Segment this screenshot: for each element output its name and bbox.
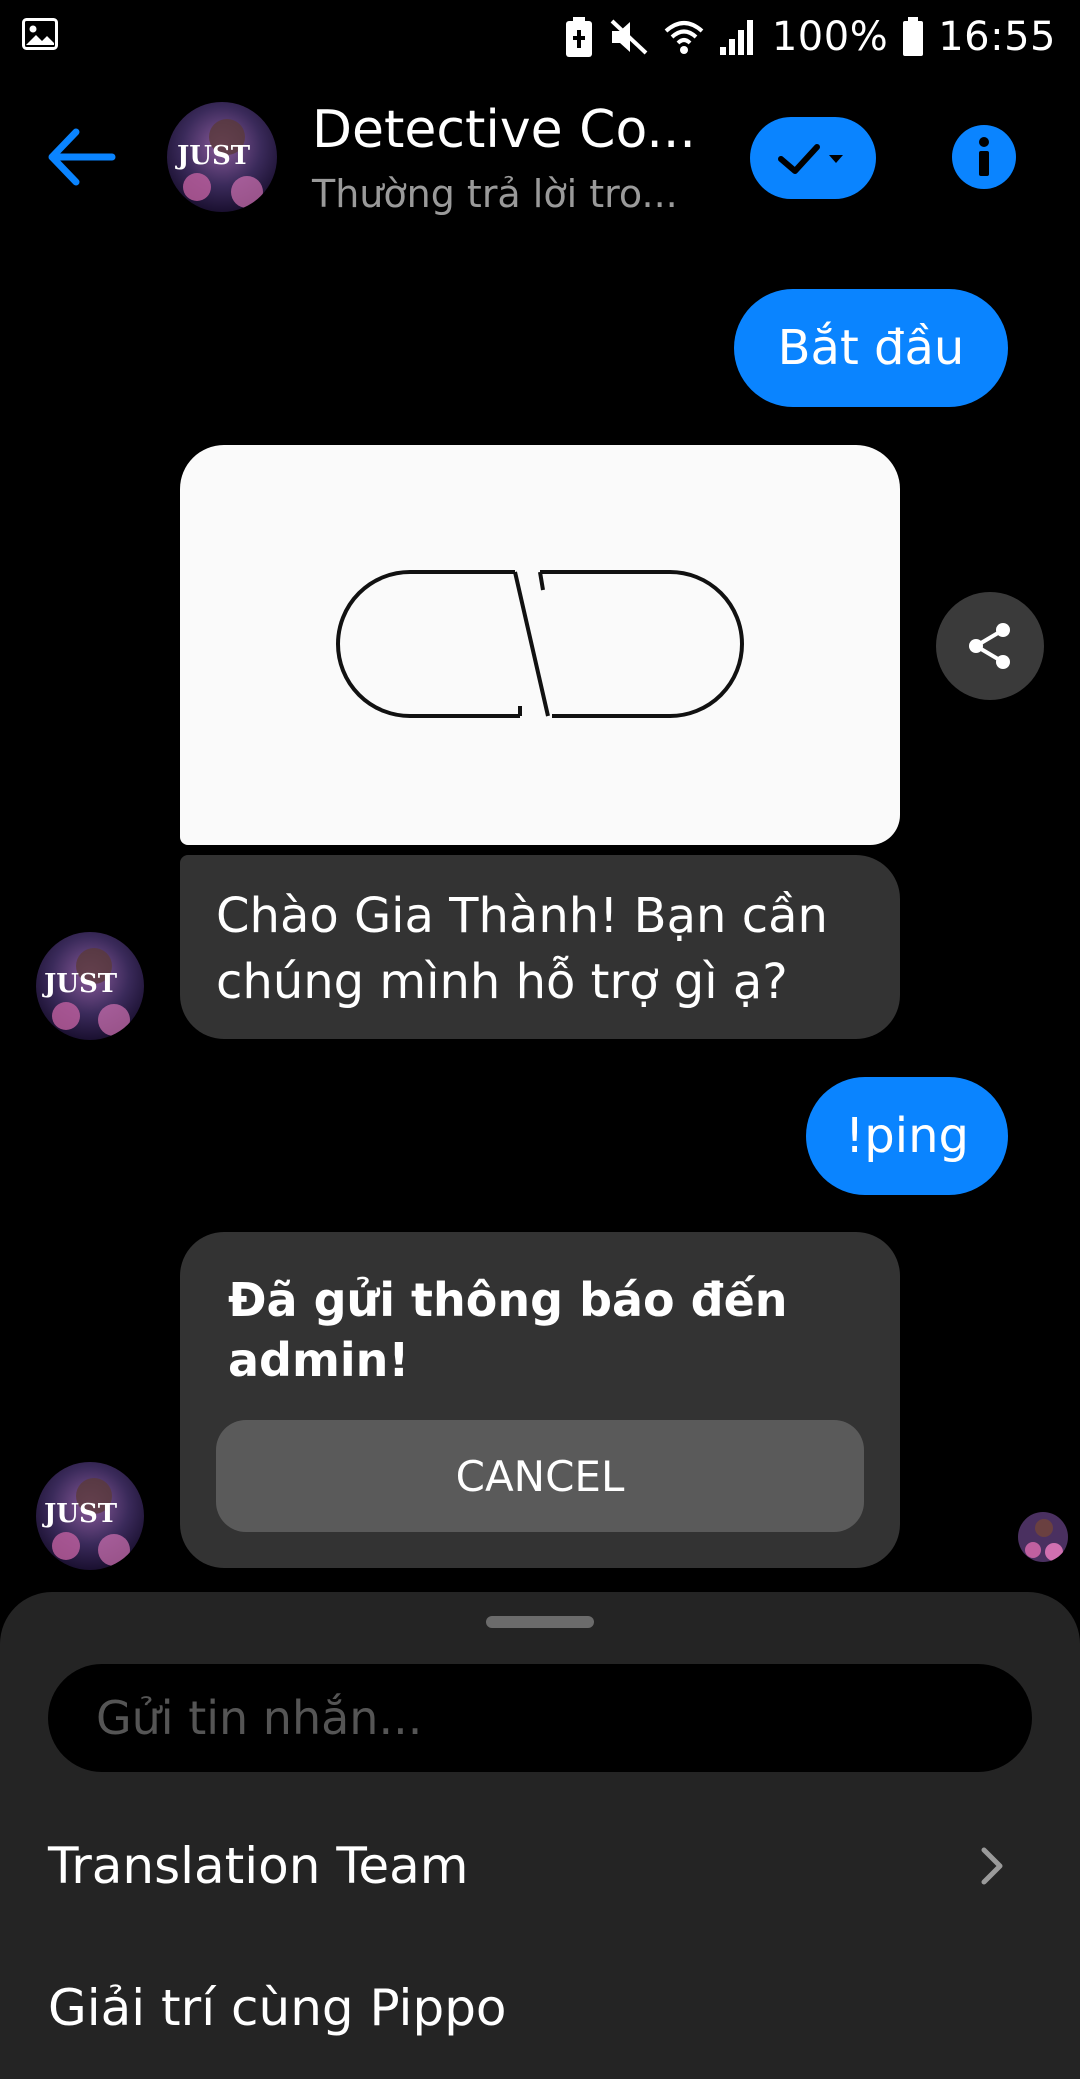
check-dropdown-icon <box>778 144 843 174</box>
capsule-logo-image <box>336 570 744 718</box>
menu-item-label: Translation Team <box>48 1837 469 1895</box>
share-button[interactable] <box>936 592 1044 700</box>
bottom-sheet: Translation Team Giải trí cùng Pippo <box>0 1592 1080 2079</box>
message-text: Chào Gia Thành! Bạn cần chúng mình hỗ tr… <box>216 888 828 1010</box>
cancel-button[interactable]: CANCEL <box>216 1420 864 1532</box>
status-dropdown-button[interactable] <box>750 117 876 199</box>
svg-text:JUST: JUST <box>42 1499 118 1529</box>
battery-saver-icon <box>565 17 592 57</box>
message-input[interactable] <box>48 1664 1032 1772</box>
back-arrow-icon[interactable] <box>42 122 122 192</box>
status-bar: 100% 16:55 <box>0 0 1080 75</box>
info-button[interactable] <box>952 125 1016 189</box>
seen-indicator-avatar <box>1018 1512 1068 1562</box>
message-text: Đã gửi thông báo đến admin! <box>228 1273 788 1387</box>
incoming-message-notice[interactable]: Đã gửi thông báo đến admin! CANCEL <box>180 1232 900 1568</box>
message-text: !ping <box>845 1108 969 1164</box>
share-icon <box>969 623 1010 669</box>
message-text: Bắt đầu <box>777 320 965 376</box>
incoming-message-greeting[interactable]: Chào Gia Thành! Bạn cần chúng mình hỗ tr… <box>180 855 900 1039</box>
response-time-subtitle: Thường trả lời tro... <box>312 172 678 216</box>
wifi-icon <box>664 21 704 54</box>
page-title: Detective Co... <box>312 100 696 160</box>
chevron-right-icon <box>981 1847 1003 1885</box>
bot-image-card[interactable] <box>180 445 900 845</box>
bot-avatar[interactable]: JUST <box>36 1462 144 1570</box>
svg-text:JUST: JUST <box>42 969 118 999</box>
battery-icon <box>903 17 924 56</box>
info-icon <box>979 137 989 176</box>
menu-item-giai-tri-cung-pippo[interactable]: Giải trí cùng Pippo <box>0 1948 1080 2068</box>
clock: 16:55 <box>938 14 1056 60</box>
conversation-header: JUST Detective Co... Thường trả lời tro.… <box>0 90 1080 225</box>
page-avatar[interactable]: JUST <box>167 102 277 212</box>
sheet-drag-handle[interactable] <box>486 1616 594 1628</box>
svg-text:JUST: JUST <box>175 141 251 171</box>
outgoing-message-start[interactable]: Bắt đầu <box>734 289 1008 407</box>
menu-item-label: Giải trí cùng Pippo <box>48 1979 507 2037</box>
mute-icon <box>610 19 648 55</box>
status-icons: 100% 16:55 <box>564 12 1056 62</box>
menu-item-translation-team[interactable]: Translation Team <box>0 1806 1080 1926</box>
outgoing-message-ping[interactable]: !ping <box>806 1077 1008 1195</box>
battery-percent: 100% <box>771 14 889 60</box>
gallery-notification-icon <box>22 18 58 50</box>
bot-avatar[interactable]: JUST <box>36 932 144 1040</box>
signal-icon <box>719 20 753 55</box>
card-image <box>180 445 900 845</box>
